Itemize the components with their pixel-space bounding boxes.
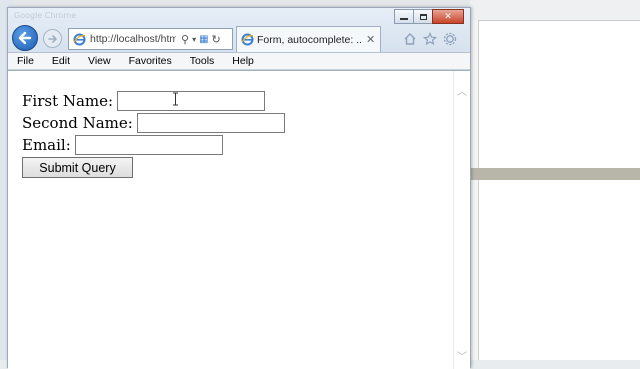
- email-label: Email:: [22, 136, 71, 154]
- close-window-button[interactable]: ✕: [432, 9, 464, 24]
- tab-title: Form, autocomplete: ...: [257, 33, 361, 46]
- dropdown-icon[interactable]: ▾: [192, 35, 196, 44]
- browser-window: Google Chrome ✕ http://localhost/htm ⚲ ▾…: [7, 7, 471, 369]
- window-controls: ✕: [394, 9, 464, 24]
- favorites-star-icon[interactable]: [420, 30, 440, 48]
- email-row: Email:: [22, 134, 285, 156]
- close-icon: ✕: [444, 11, 452, 22]
- menu-tools[interactable]: Tools: [181, 55, 224, 67]
- page-content: First Name: Second Name: Email: Submit Q…: [8, 70, 470, 369]
- tab-page-icon: [241, 33, 254, 46]
- maximize-button[interactable]: [413, 9, 433, 24]
- second-name-label: Second Name:: [22, 114, 133, 132]
- address-bar[interactable]: http://localhost/htm ⚲ ▾ ▦ ↻: [68, 28, 233, 50]
- background-window-titlebar: [470, 0, 640, 21]
- back-button[interactable]: [12, 25, 38, 51]
- settings-gear-icon[interactable]: [440, 30, 460, 48]
- background-window-divider: [470, 20, 479, 360]
- forward-button[interactable]: [43, 29, 62, 48]
- second-name-input[interactable]: [136, 113, 285, 133]
- menu-favorites[interactable]: Favorites: [120, 55, 181, 67]
- first-name-label: First Name:: [22, 92, 114, 110]
- compatibility-icon[interactable]: ▦: [199, 34, 208, 45]
- menu-help[interactable]: Help: [223, 55, 263, 67]
- email-input[interactable]: [74, 135, 223, 155]
- minimize-icon: [400, 18, 408, 20]
- search-icon[interactable]: ⚲: [181, 33, 189, 46]
- refresh-icon[interactable]: ↻: [212, 33, 221, 46]
- address-tools: ⚲ ▾ ▦ ↻: [178, 33, 221, 46]
- scroll-up-icon[interactable]: ︿: [456, 87, 468, 99]
- menu-file[interactable]: File: [8, 55, 43, 67]
- menu-bar: File Edit View Favorites Tools Help: [8, 52, 470, 70]
- first-name-input[interactable]: [117, 91, 266, 111]
- registration-form: First Name: Second Name: Email: Submit Q…: [22, 90, 285, 178]
- ie-page-icon: [73, 33, 86, 45]
- forward-arrow-icon: [47, 34, 57, 43]
- close-tab-icon[interactable]: ✕: [366, 33, 375, 46]
- menu-edit[interactable]: Edit: [43, 55, 79, 67]
- menu-view[interactable]: View: [79, 55, 120, 67]
- submit-query-button[interactable]: Submit Query: [22, 157, 133, 178]
- window-title: Google Chrome: [14, 11, 77, 20]
- submit-row: Submit Query: [22, 156, 285, 178]
- tab-form-autocomplete[interactable]: Form, autocomplete: ... ✕: [236, 26, 381, 52]
- vertical-scrollbar[interactable]: ︿ ﹀: [453, 71, 470, 369]
- address-url[interactable]: http://localhost/htm: [90, 33, 176, 45]
- second-name-row: Second Name:: [22, 112, 285, 134]
- home-icon[interactable]: [400, 30, 420, 48]
- maximize-icon: [419, 13, 427, 20]
- first-name-row: First Name:: [22, 90, 285, 112]
- scroll-down-icon[interactable]: ﹀: [456, 352, 468, 364]
- back-arrow-icon: [18, 31, 32, 45]
- browser-toolbar: [400, 30, 460, 48]
- background-window-band: [470, 168, 640, 180]
- background-window: [470, 0, 640, 360]
- minimize-button[interactable]: [394, 9, 414, 24]
- text-cursor-icon: [173, 92, 178, 106]
